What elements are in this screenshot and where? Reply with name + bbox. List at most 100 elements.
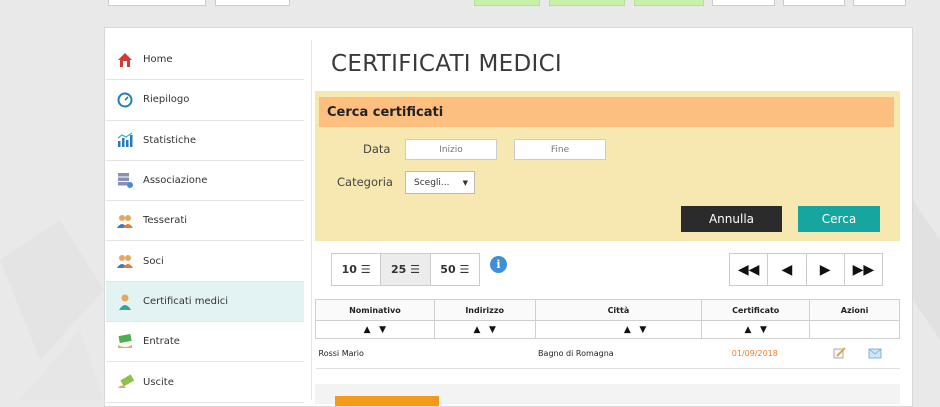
sidebar-item-label: Riepilogo [143,94,190,106]
cell-indirizzo [434,338,536,369]
bar-chart-icon [116,131,134,149]
top-button-4[interactable] [783,0,845,6]
cell-azioni [809,338,900,369]
table-row[interactable]: Rossi Mario Bagno di Romagna 01/09/2018 [315,338,900,369]
list-icon: ☰ [410,263,420,276]
sidebar-item-label: Uscite [143,376,174,388]
sidebar-item-label: Certificati medici [143,295,229,307]
page-size-label: 10 [341,263,357,276]
table-header-row: Nominativo Indirizzo Città Certificato A… [315,299,900,321]
certificates-table: Nominativo Indirizzo Città Certificato A… [315,299,900,369]
page-size-label: 50 [440,263,456,276]
top-button-1[interactable] [108,0,206,6]
sort-desc-icon[interactable]: ▼ [379,325,386,335]
category-select-value: Scegli... [414,177,450,188]
sidebar-item-statistiche[interactable]: Statistiche [106,121,304,161]
sidebar: Home Riepilogo Statistiche Associazione … [106,40,304,403]
sort-desc-icon[interactable]: ▼ [760,325,767,335]
sort-controls[interactable]: ▲ ▼ [534,320,703,339]
cell-nominativo: Rossi Mario [315,338,435,369]
server-gear-icon [116,172,134,190]
sidebar-item-label: Statistiche [143,134,196,146]
arrow-left-icon: ◀ [781,261,793,278]
start-date-input[interactable]: Inizio [405,139,497,160]
search-panel-title: Cerca certificati [319,97,894,127]
sidebar-item-label: Tesserati [143,215,188,227]
sidebar-item-riepilogo[interactable]: Riepilogo [106,80,304,121]
page-size-label: 25 [390,263,407,276]
first-page-button[interactable]: ◀◀ [730,254,769,285]
sort-controls-empty [809,320,900,339]
page-title: CERTIFICATI MEDICI [331,51,563,77]
page-size-50-button[interactable]: 50 ☰ [431,254,479,285]
edit-icon[interactable] [833,346,846,361]
sidebar-divider [311,40,312,400]
sort-asc-icon[interactable]: ▲ [744,325,751,335]
sidebar-item-home[interactable]: Home [106,40,304,81]
users-icon [116,252,134,270]
top-button-5[interactable] [853,0,906,6]
double-arrow-left-icon: ◀◀ [737,261,760,278]
column-header-citta[interactable]: Città [534,299,703,321]
sort-desc-icon[interactable]: ▼ [489,325,496,335]
column-header-certificato[interactable]: Certificato [701,299,811,321]
arrow-right-icon: ▶ [819,261,831,278]
pagination-nav: ◀◀ ◀ ▶ ▶▶ [729,253,883,286]
sidebar-item-tesserati[interactable]: Tesserati [106,201,304,242]
top-green-button-1[interactable] [474,0,540,6]
page-size-10-button[interactable]: 10 ☰ [332,254,382,285]
sidebar-item-certificati-medici[interactable]: Certificati medici [106,281,304,323]
cell-certificato: 01/09/2018 [701,338,810,369]
sidebar-item-label: Associazione [143,175,208,187]
speedometer-icon [116,91,134,109]
category-label: Categoria [337,175,393,189]
top-button-3[interactable] [712,0,775,6]
double-arrow-right-icon: ▶▶ [852,261,875,278]
sidebar-item-label: Entrate [143,336,180,348]
bottom-action-button[interactable] [335,396,439,406]
cell-citta: Bagno di Romagna [535,338,702,369]
sidebar-item-associazione[interactable]: Associazione [106,161,304,202]
sort-asc-icon[interactable]: ▲ [364,325,371,335]
sort-controls[interactable]: ▲ ▼ [701,320,811,339]
background-pattern [0,220,104,400]
sort-desc-icon[interactable]: ▼ [639,325,646,335]
category-select[interactable]: Scegli... ▼ [405,171,475,194]
sidebar-item-label: Soci [143,255,164,267]
column-header-nominativo[interactable]: Nominativo [315,299,435,321]
prev-page-button[interactable]: ◀ [768,254,807,285]
info-icon[interactable]: i [490,256,507,273]
sort-asc-icon[interactable]: ▲ [473,325,480,335]
sort-asc-icon[interactable]: ▲ [624,325,631,335]
sort-row: ▲ ▼ ▲ ▼ ▲ ▼ ▲ ▼ [315,320,900,339]
page-size-25-button[interactable]: 25 ☰ [381,254,431,285]
money-in-icon [116,333,134,351]
next-page-button[interactable]: ▶ [807,254,845,285]
top-button-2[interactable] [215,0,290,6]
top-green-button-3[interactable] [634,0,704,6]
sort-controls[interactable]: ▲ ▼ [315,320,435,339]
sidebar-item-soci[interactable]: Soci [106,241,304,282]
search-panel: Cerca certificati Data Inizio Fine Categ… [315,91,900,241]
doctor-icon [116,292,134,310]
list-icon: ☰ [360,263,371,276]
sidebar-item-label: Home [143,54,173,66]
column-header-indirizzo[interactable]: Indirizzo [433,299,536,321]
page-size-group: 10 ☰ 25 ☰ 50 ☰ [331,253,480,286]
sort-controls[interactable]: ▲ ▼ [433,320,536,339]
last-page-button[interactable]: ▶▶ [845,254,882,285]
column-header-azioni: Azioni [809,299,900,321]
cancel-button[interactable]: Annulla [681,206,782,232]
users-icon [116,212,134,230]
background-pattern-right [913,200,940,340]
mail-icon[interactable] [868,348,882,361]
search-button[interactable]: Cerca [798,206,880,232]
chevron-down-icon: ▼ [462,179,468,187]
top-green-button-2[interactable] [549,0,625,6]
end-date-input[interactable]: Fine [514,139,606,160]
money-out-icon [116,373,134,391]
sidebar-item-uscite[interactable]: Uscite [106,362,304,403]
date-label: Data [363,142,391,156]
sidebar-item-entrate[interactable]: Entrate [106,322,304,363]
list-icon: ☰ [459,263,470,276]
